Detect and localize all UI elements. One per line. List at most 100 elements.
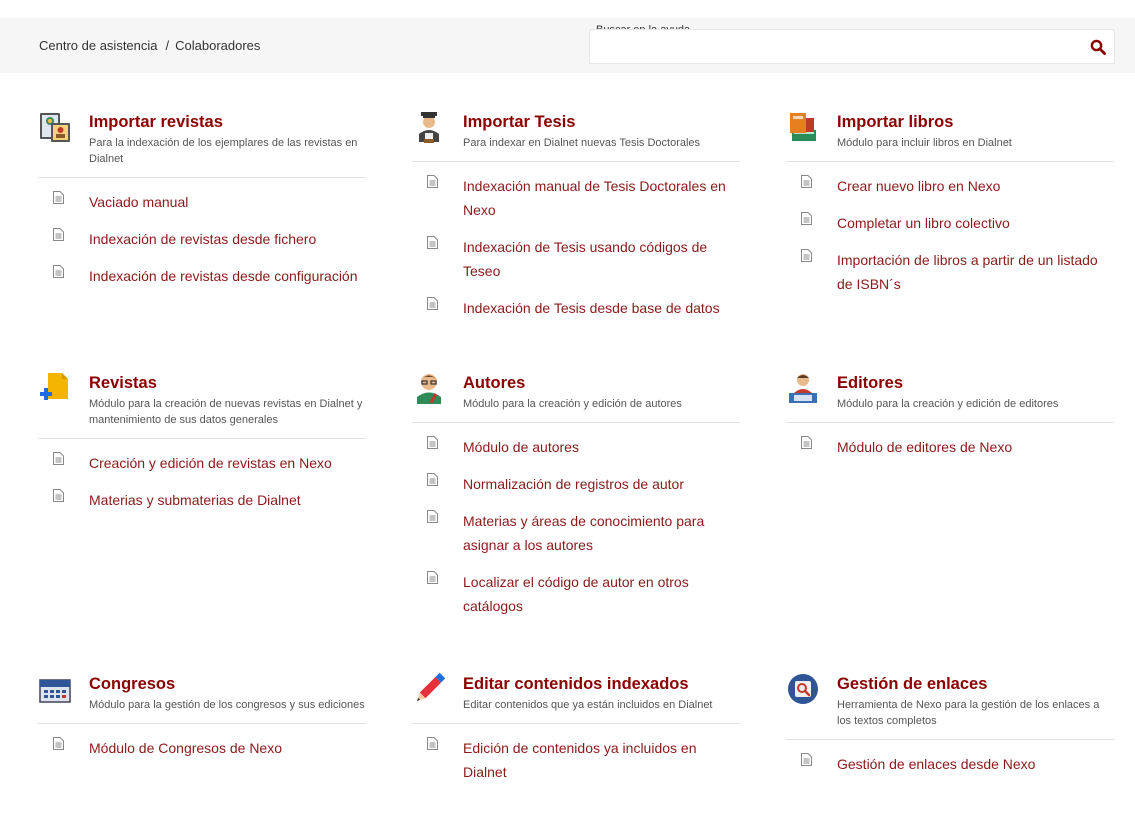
divider [38, 177, 366, 178]
search-icon[interactable] [1090, 39, 1106, 55]
link[interactable]: Materias y submaterias de Dialnet [89, 488, 366, 512]
divider [786, 739, 1114, 740]
link-list: Creación y edición de revistas en Nexo M… [38, 451, 366, 512]
list-item: Indexación manual de Tesis Doctorales en… [412, 174, 740, 222]
link[interactable]: Normalización de registros de autor [463, 472, 740, 496]
link[interactable]: Módulo de Congresos de Nexo [89, 736, 366, 760]
list-item: Materias y áreas de conocimiento para as… [412, 509, 740, 557]
document-icon [427, 571, 438, 584]
document-icon [53, 191, 64, 204]
document-icon [801, 175, 812, 188]
card-title[interactable]: Congresos [89, 672, 366, 694]
document-icon [53, 737, 64, 750]
link[interactable]: Creación y edición de revistas en Nexo [89, 451, 366, 475]
list-item: Módulo de editores de Nexo [786, 435, 1114, 459]
card-description: Módulo para la gestión de los congresos … [89, 699, 365, 711]
link[interactable]: Módulo de editores de Nexo [837, 435, 1114, 459]
link[interactable]: Localizar el código de autor en otros ca… [463, 570, 740, 618]
link[interactable]: Materias y áreas de conocimiento para as… [463, 509, 740, 557]
link[interactable]: Indexación manual de Tesis Doctorales en… [463, 174, 740, 222]
author-icon [417, 374, 441, 404]
document-icon [427, 297, 438, 310]
divider [412, 422, 740, 423]
link[interactable]: Indexación de revistas desde fichero [89, 227, 366, 251]
divider [412, 161, 740, 162]
link[interactable]: Vaciado manual [89, 190, 366, 214]
document-icon [427, 436, 438, 449]
document-icon [801, 753, 812, 766]
card-title[interactable]: Revistas [89, 371, 366, 393]
link-list: Módulo de Congresos de Nexo [38, 736, 366, 760]
books-icon [790, 113, 816, 141]
breadcrumb: Centro de asistencia / Colaboradores [39, 38, 260, 53]
list-item: Indexación de Tesis usando códigos de Te… [412, 235, 740, 283]
link-list: Gestión de enlaces desde Nexo [786, 752, 1114, 776]
card-autores: Autores Módulo para la creación y edició… [412, 371, 740, 631]
document-icon [53, 452, 64, 465]
document-icon [801, 249, 812, 262]
link[interactable]: Módulo de autores [463, 435, 740, 459]
list-item: Creación y edición de revistas en Nexo [38, 451, 366, 475]
list-item: Edición de contenidos ya incluidos en Di… [412, 736, 740, 784]
card-importar-revistas: Importar revistas Para la indexación de … [38, 110, 366, 301]
card-title[interactable]: Importar libros [837, 110, 1114, 132]
card-revistas: Revistas Módulo para la creación de nuev… [38, 371, 366, 525]
card-importar-tesis: Importar Tesis Para indexar en Dialnet n… [412, 110, 740, 333]
link[interactable]: Indexación de Tesis usando códigos de Te… [463, 235, 740, 283]
divider [786, 161, 1114, 162]
card-importar-libros: Importar libros Módulo para incluir libr… [786, 110, 1114, 309]
link-list: Indexación manual de Tesis Doctorales en… [412, 174, 740, 320]
breadcrumb-home-link[interactable]: Centro de asistencia [39, 38, 158, 53]
card-editar-contenidos: Editar contenidos indexados Editar conte… [412, 672, 740, 797]
link[interactable]: Edición de contenidos ya incluidos en Di… [463, 736, 740, 784]
list-item: Indexación de Tesis desde base de datos [412, 296, 740, 320]
list-item: Completar un libro colectivo [786, 211, 1114, 235]
card-description: Editar contenidos que ya están incluidos… [463, 699, 713, 711]
link[interactable]: Indexación de Tesis desde base de datos [463, 296, 740, 320]
document-icon [53, 228, 64, 241]
card-title[interactable]: Editores [837, 371, 1114, 393]
card-description: Módulo para incluir libros en Dialnet [837, 137, 1012, 149]
list-item: Materias y submaterias de Dialnet [38, 488, 366, 512]
card-title[interactable]: Importar revistas [89, 110, 366, 132]
search-input[interactable] [600, 32, 1084, 64]
document-icon [801, 212, 812, 225]
card-title[interactable]: Autores [463, 371, 740, 393]
editor-icon [789, 374, 817, 403]
list-item: Normalización de registros de autor [412, 472, 740, 496]
list-item: Vaciado manual [38, 190, 366, 214]
card-title[interactable]: Editar contenidos indexados [463, 672, 740, 694]
document-icon [427, 510, 438, 523]
document-icon [427, 473, 438, 486]
card-title[interactable]: Gestión de enlaces [837, 672, 1114, 694]
magazines-icon [40, 113, 70, 142]
card-title[interactable]: Importar Tesis [463, 110, 740, 132]
link[interactable]: Gestión de enlaces desde Nexo [837, 752, 1114, 776]
breadcrumb-current: Colaboradores [175, 38, 261, 53]
document-icon [427, 236, 438, 249]
link[interactable]: Crear nuevo libro en Nexo [837, 174, 1114, 198]
link[interactable]: Importación de libros a partir de un lis… [837, 248, 1114, 296]
document-icon [427, 737, 438, 750]
link[interactable]: Completar un libro colectivo [837, 211, 1114, 235]
link-list: Vaciado manual Indexación de revistas de… [38, 190, 366, 288]
card-description: Para la indexación de los ejemplares de … [89, 137, 358, 165]
link-list: Módulo de editores de Nexo [786, 435, 1114, 459]
document-icon [53, 265, 64, 278]
divider [412, 723, 740, 724]
card-description: Módulo para la creación y edición de edi… [837, 398, 1059, 410]
breadcrumb-separator: / [165, 38, 170, 53]
list-item: Módulo de autores [412, 435, 740, 459]
pencil-icon [416, 672, 446, 702]
calendar-icon [39, 679, 71, 703]
card-description: Módulo para la creación y edición de aut… [463, 398, 682, 410]
link[interactable]: Indexación de revistas desde configuraci… [89, 264, 366, 288]
list-item: Crear nuevo libro en Nexo [786, 174, 1114, 198]
link-list: Módulo de autores Normalización de regis… [412, 435, 740, 618]
search-box [589, 29, 1115, 64]
link-list: Edición de contenidos ya incluidos en Di… [412, 736, 740, 784]
document-icon [53, 489, 64, 502]
card-gestion-enlaces: Gestión de enlaces Herramienta de Nexo p… [786, 672, 1114, 789]
card-congresos: Congresos Módulo para la gestión de los … [38, 672, 366, 773]
card-description: Para indexar en Dialnet nuevas Tesis Doc… [463, 137, 701, 149]
